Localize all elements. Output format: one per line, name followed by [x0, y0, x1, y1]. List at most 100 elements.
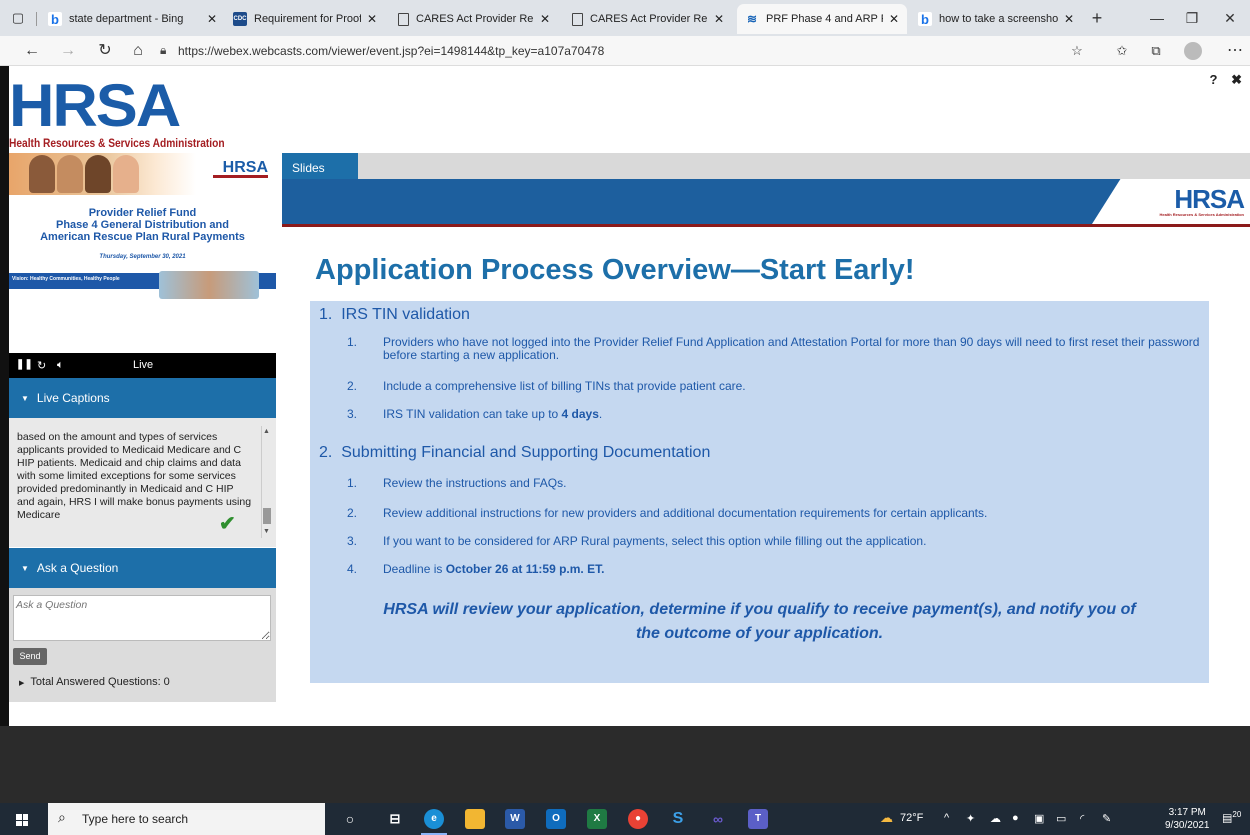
tab-slides[interactable]: Slides — [282, 153, 358, 179]
taskbar-search[interactable]: ⌕ Type here to search — [48, 803, 325, 835]
item-number: 2. — [347, 379, 358, 393]
tab-separator — [36, 12, 37, 26]
tab-requirement-proof[interactable]: CDC Requirement for Proof of I ✕ — [225, 4, 385, 34]
windows-taskbar: ⌕ Type here to search ○ ⊟ e W O X ● S ∞ … — [0, 803, 1250, 835]
bing-icon: b — [918, 12, 932, 27]
slide-hrsa-logo: HRSA — [1174, 184, 1245, 214]
close-icon[interactable]: ✕ — [889, 12, 899, 26]
add-favorite-icon[interactable]: ☆ — [1067, 41, 1087, 61]
collections-icon[interactable]: ⧉ — [1146, 41, 1166, 61]
scroll-thumb[interactable] — [263, 508, 271, 524]
scroll-down-icon[interactable]: ▼ — [263, 528, 270, 535]
pause-icon[interactable]: ❚❚ — [16, 359, 33, 370]
item-text: IRS TIN validation can take up to 4 days… — [383, 408, 1203, 421]
tab-screenshot-search[interactable]: b how to take a screenshot ✕ — [910, 4, 1082, 34]
hrsa-logo-subtitle: Health Resources & Services Administrati… — [9, 136, 225, 150]
close-viewer-icon[interactable]: ✖ — [1231, 72, 1242, 87]
more-icon[interactable]: ⋯ — [1225, 41, 1245, 61]
pen-icon[interactable]: ✎ — [1102, 812, 1111, 825]
app-icon[interactable]: ∞ — [708, 809, 728, 829]
close-icon[interactable]: ✕ — [207, 12, 217, 26]
tray-display-icon[interactable]: ▣ — [1034, 812, 1044, 825]
browser-tab-strip: ▢ b state department - Bing ✕ CDC Requir… — [0, 0, 1250, 36]
tab-title: how to take a screenshot — [939, 13, 1058, 25]
send-button[interactable]: Send — [13, 648, 47, 665]
address-bar: ← → ↻ ⌂ 🔒︎ https://webex.webcasts.com/vi… — [0, 36, 1250, 66]
current-slide: HRSA Health Resources & Services Adminis… — [282, 179, 1250, 726]
restore-icon[interactable]: ❐ — [1180, 8, 1204, 28]
total-answered-questions[interactable]: ▶ Total Answered Questions: 0 — [19, 676, 170, 688]
word-icon[interactable]: W — [505, 809, 525, 829]
taskbar-search-placeholder: Type here to search — [82, 812, 189, 826]
expand-caret-icon: ▶ — [19, 680, 25, 687]
ask-question-header[interactable]: ▼ Ask a Question — [9, 548, 276, 588]
wifi-icon[interactable]: ◜ — [1080, 812, 1084, 825]
close-icon[interactable]: ✕ — [367, 12, 377, 26]
weather-temperature[interactable]: 72°F — [900, 812, 923, 824]
tab-title: state department - Bing — [69, 13, 184, 25]
refresh-icon[interactable]: ↻ — [95, 41, 115, 61]
url-input[interactable]: https://webex.webcasts.com/viewer/event.… — [178, 44, 604, 58]
back-icon[interactable]: ← — [22, 41, 42, 61]
checkmark-icon: ✔ — [219, 513, 236, 535]
new-tab-icon[interactable]: + — [1088, 9, 1106, 27]
section-heading: 2. Submitting Financial and Supporting D… — [319, 444, 710, 462]
file-explorer-icon[interactable] — [465, 809, 485, 829]
close-icon[interactable]: ✕ — [540, 12, 550, 26]
excel-icon[interactable]: X — [587, 809, 607, 829]
item-text: Review additional instructions for new p… — [383, 506, 988, 520]
question-input[interactable] — [13, 595, 271, 641]
refresh-stream-icon[interactable]: ↻ — [37, 359, 46, 372]
tray-app-icon[interactable]: ● — [1012, 812, 1019, 824]
notifications-icon[interactable]: ▤20 — [1222, 810, 1241, 825]
outlook-icon[interactable]: O — [546, 809, 566, 829]
tab-actions-icon[interactable]: ▢ — [9, 10, 27, 26]
help-icon[interactable]: ? — [1210, 72, 1218, 87]
tab-cares-act-2[interactable]: CARES Act Provider Relief ✕ — [564, 4, 732, 34]
tab-title: CARES Act Provider Relief — [416, 13, 534, 25]
thumbnail-logo-underline — [213, 175, 268, 178]
battery-icon[interactable]: ▭ — [1056, 812, 1066, 825]
tab-cares-act-1[interactable]: CARES Act Provider Relief ✕ — [390, 4, 558, 34]
live-captions-header[interactable]: ▼ Live Captions — [9, 378, 276, 418]
tray-app-icon[interactable]: ✦ — [966, 812, 975, 825]
thumbnail-vision-text: Vision: Healthy Communities, Healthy Peo… — [12, 276, 120, 282]
home-icon[interactable]: ⌂ — [128, 41, 148, 61]
minimize-icon[interactable]: — — [1145, 8, 1169, 28]
slide-thumbnail: HRSA Provider Relief Fund Phase 4 Genera… — [9, 153, 276, 352]
forward-icon[interactable]: → — [58, 41, 78, 61]
scroll-up-icon[interactable]: ▲ — [263, 428, 270, 435]
onedrive-icon[interactable]: ☁ — [990, 812, 1001, 825]
webcast-icon: ≋ — [746, 12, 758, 26]
captions-scrollbar[interactable]: ▲ ▼ — [261, 426, 271, 538]
system-clock[interactable]: 3:17 PM 9/30/2021 — [1165, 806, 1210, 832]
thumbnail-card: HRSA Provider Relief Fund Phase 4 Genera… — [9, 153, 276, 352]
teams-icon[interactable]: T — [748, 809, 768, 829]
conclusion-line: HRSA will review your application, deter… — [383, 601, 1136, 618]
item-text-plain: IRS TIN validation can take up to — [383, 407, 562, 421]
windows-start-icon[interactable] — [16, 814, 28, 826]
live-captions-title: Live Captions — [36, 391, 110, 405]
thumbnail-photo-people — [29, 155, 141, 193]
window-close-icon[interactable]: ✕ — [1218, 8, 1242, 28]
notifications-count: 20 — [1232, 810, 1242, 819]
tray-overflow-icon[interactable]: ^ — [944, 812, 949, 824]
task-view-icon[interactable]: ⊟ — [385, 809, 405, 829]
chrome-icon[interactable]: ● — [628, 809, 648, 829]
search-icon: ⌕ — [58, 809, 66, 825]
close-icon[interactable]: ✕ — [1064, 12, 1074, 26]
skype-icon[interactable]: S — [668, 809, 688, 829]
cortana-icon[interactable]: ○ — [340, 809, 360, 829]
edge-icon[interactable]: e — [424, 809, 444, 829]
collapse-caret-icon: ▼ — [21, 394, 29, 403]
live-captions-text: based on the amount and types of service… — [17, 431, 252, 521]
tab-prf-phase-4[interactable]: ≋ PRF Phase 4 and ARP Rura ✕ — [737, 4, 907, 34]
weather-icon[interactable]: ☁ — [880, 810, 893, 826]
tab-bing-state-department[interactable]: b state department - Bing ✕ — [40, 4, 225, 34]
item-text-suffix: . — [598, 407, 603, 421]
close-icon[interactable]: ✕ — [714, 12, 724, 26]
volume-icon[interactable]: 🔈︎ — [57, 359, 64, 372]
item-text: Review the instructions and FAQs. — [383, 476, 567, 490]
favorites-icon[interactable]: ✩ — [1112, 41, 1132, 61]
profile-avatar[interactable] — [1184, 42, 1202, 60]
